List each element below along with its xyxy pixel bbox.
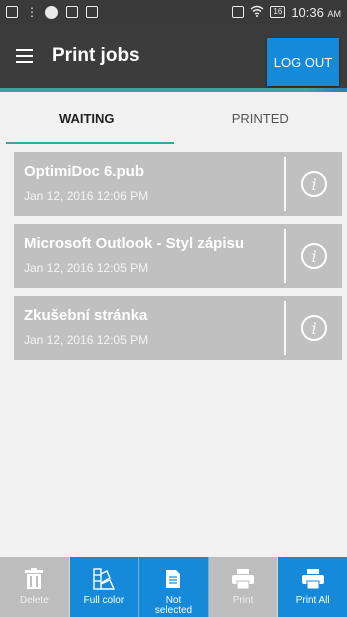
page-title: Print jobs xyxy=(52,45,140,66)
job-text: Microsoft Outlook - Styl zápisu Jan 12, … xyxy=(14,235,284,275)
document-icon xyxy=(165,566,181,592)
wifi-icon xyxy=(250,5,264,20)
selection-button[interactable]: Not selected xyxy=(139,557,209,617)
job-item[interactable]: Zkušební stránka Jan 12, 2016 12:05 PM i xyxy=(14,296,342,360)
job-text: OptimiDoc 6.pub Jan 12, 2016 12:06 PM xyxy=(14,163,284,203)
job-date: Jan 12, 2016 12:05 PM xyxy=(24,261,149,275)
app-bar: Print jobs LOG OUT xyxy=(0,24,347,88)
job-item[interactable]: OptimiDoc 6.pub Jan 12, 2016 12:06 PM i xyxy=(14,152,342,216)
job-info-button[interactable]: i xyxy=(286,152,342,216)
job-info-button[interactable]: i xyxy=(286,224,342,288)
full-color-label: Full color xyxy=(83,595,125,606)
status-time: 10:36 AM xyxy=(291,4,341,20)
job-name: OptimiDoc 6.pub xyxy=(24,163,144,180)
battery-icon: 16 xyxy=(270,6,286,18)
job-divider xyxy=(284,157,286,211)
print-button[interactable]: Print xyxy=(208,557,279,617)
info-icon: i xyxy=(301,243,327,269)
job-divider xyxy=(284,301,286,355)
tabs: WAITING PRINTED xyxy=(0,92,347,144)
mail-icon xyxy=(66,6,78,18)
bottom-toolbar: Delete Full color Not selected Print Pri… xyxy=(0,557,347,617)
job-item[interactable]: Microsoft Outlook - Styl zápisu Jan 12, … xyxy=(14,224,342,288)
info-icon: i xyxy=(301,171,327,197)
delete-button[interactable]: Delete xyxy=(0,557,70,617)
status-bar: ⋮ 16 10:36 AM xyxy=(0,0,347,24)
color-palette-icon xyxy=(93,566,115,592)
selection-label-line2: selected xyxy=(154,605,193,616)
job-list: OptimiDoc 6.pub Jan 12, 2016 12:06 PM i … xyxy=(14,152,342,368)
job-name: Microsoft Outlook - Styl zápisu xyxy=(24,235,245,252)
job-info-button[interactable]: i xyxy=(286,296,342,360)
trash-icon xyxy=(24,566,44,592)
delete-label: Delete xyxy=(19,595,49,606)
job-date: Jan 12, 2016 12:06 PM xyxy=(24,189,149,203)
full-color-button[interactable]: Full color xyxy=(69,557,140,617)
job-name: Zkušební stránka xyxy=(24,307,148,324)
print-all-button[interactable]: Print All xyxy=(278,557,347,617)
tab-waiting[interactable]: WAITING xyxy=(0,92,174,144)
vibrate-icon xyxy=(232,6,245,18)
image-icon xyxy=(86,6,98,18)
info-icon: i xyxy=(301,315,327,341)
tab-printed[interactable]: PRINTED xyxy=(174,92,347,144)
job-date: Jan 12, 2016 12:05 PM xyxy=(24,333,149,347)
logout-button[interactable]: LOG OUT xyxy=(267,38,339,86)
print-label: Print xyxy=(232,595,254,606)
more-notifications-icon: ⋮ xyxy=(26,5,38,19)
job-divider xyxy=(284,229,286,283)
menu-icon[interactable] xyxy=(0,24,48,88)
printer-icon xyxy=(232,566,255,592)
chat-icon xyxy=(45,5,58,19)
job-text: Zkušební stránka Jan 12, 2016 12:05 PM xyxy=(14,307,284,347)
notification-icon xyxy=(6,6,18,18)
print-all-label: Print All xyxy=(295,595,330,606)
printer-icon xyxy=(301,566,324,592)
